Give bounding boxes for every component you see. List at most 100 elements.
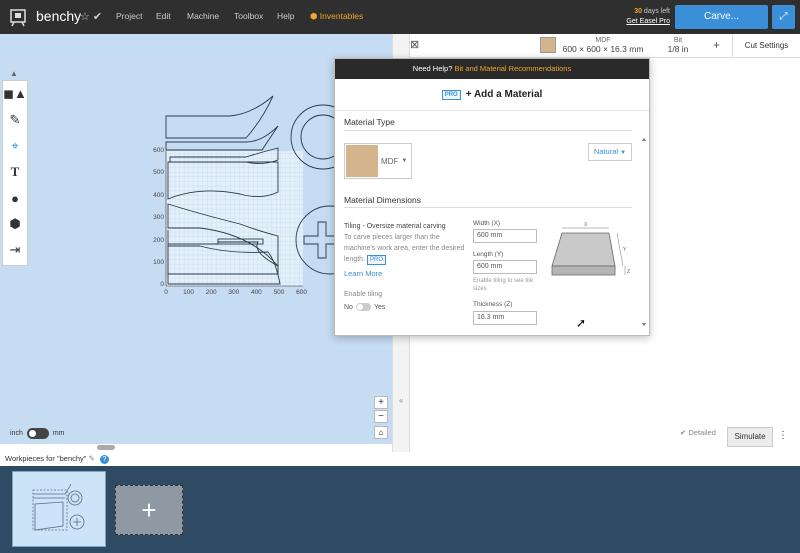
x-tick-label: 200 bbox=[205, 289, 217, 296]
trial-text: days left bbox=[641, 8, 670, 15]
tiling-no-label: No bbox=[344, 303, 353, 311]
unit-inch-label: inch bbox=[10, 430, 23, 437]
finish-select[interactable]: Natural ▼ bbox=[588, 143, 632, 161]
material-type-value: MDF bbox=[381, 156, 399, 166]
zoom-controls: + − bbox=[374, 396, 388, 424]
add-material-title: + Add a Material bbox=[465, 89, 543, 100]
thickness-label: Thickness (Z) bbox=[473, 301, 513, 308]
divider bbox=[344, 207, 632, 208]
material-dimension-diagram: X Y Z bbox=[551, 222, 630, 276]
top-bar: benchy ☆ ✔ Project Edit Machine Toolbox … bbox=[0, 0, 800, 34]
y-tick-label: 400 bbox=[153, 191, 164, 199]
inventables-link[interactable]: ⬢ Inventables bbox=[310, 11, 363, 22]
finish-value: Natural bbox=[593, 147, 619, 156]
pro-badge: PRO bbox=[441, 89, 461, 100]
simulate-button[interactable]: Simulate bbox=[727, 427, 773, 447]
chevron-left-icon[interactable]: « bbox=[399, 396, 403, 405]
cut-settings-button[interactable]: Cut Settings bbox=[732, 34, 800, 58]
get-pro-link[interactable]: Get Easel Pro bbox=[626, 18, 670, 25]
y-tick-label: 100 bbox=[153, 259, 164, 266]
more-options-icon[interactable]: ⋮ bbox=[778, 430, 788, 441]
x-tick-label: 500 bbox=[273, 289, 285, 296]
tiling-toggle-group: No Yes bbox=[344, 303, 385, 311]
y-tick-label: 600 bbox=[153, 147, 164, 154]
expand-icon[interactable]: ⤢ bbox=[772, 5, 795, 29]
diagram-x-label: X bbox=[584, 222, 588, 228]
zoom-out-button[interactable]: − bbox=[374, 410, 388, 423]
mdf-swatch bbox=[346, 145, 378, 177]
add-workpiece-button[interactable]: + bbox=[115, 485, 183, 535]
width-field[interactable]: 600 mm bbox=[473, 229, 537, 243]
point-tool-icon[interactable]: ⌖ bbox=[3, 133, 27, 159]
workpieces-header: Workpieces for "benchy" ✎ ? bbox=[0, 452, 800, 466]
help-prefix: Need Help? bbox=[412, 64, 455, 73]
menu-machine[interactable]: Machine bbox=[187, 11, 219, 21]
menu-toolbox[interactable]: Toolbox bbox=[234, 11, 263, 21]
import-tool-icon[interactable]: ⇥ bbox=[3, 237, 27, 263]
bit-summary[interactable]: Bit 1/8 in bbox=[658, 36, 698, 54]
material-summary[interactable]: MDF 600 × 600 × 16.3 mm bbox=[558, 36, 648, 54]
workpieces-title: Workpieces for "benchy" bbox=[5, 454, 87, 463]
x-tick-label: 0 bbox=[164, 289, 168, 296]
mouse-cursor-icon: ➚ bbox=[576, 316, 587, 330]
x-tick-label: 100 bbox=[183, 289, 195, 296]
cube-icon: ⬢ bbox=[310, 11, 320, 21]
easel-logo-icon bbox=[10, 9, 26, 27]
workpiece-thumbnail[interactable] bbox=[12, 471, 106, 547]
length-field[interactable]: 600 mm bbox=[473, 260, 537, 274]
unit-mm-label: mm bbox=[52, 430, 65, 437]
recommendations-link[interactable]: Bit and Material Recommendations bbox=[454, 64, 571, 73]
apps-tool-icon[interactable]: ⬢ bbox=[3, 211, 27, 237]
chevron-down-icon: ▼ bbox=[620, 150, 627, 156]
edit-icon[interactable]: ✎ bbox=[89, 454, 95, 463]
unit-toggle[interactable]: inch mm bbox=[10, 428, 65, 439]
dialog-title: PRO + Add a Material bbox=[335, 79, 649, 111]
material-bar: ⊠ MDF 600 × 600 × 16.3 mm Bit 1/8 in + C… bbox=[410, 34, 800, 58]
tiling-toggle[interactable] bbox=[355, 303, 371, 311]
preview-toggle-icon[interactable]: ⊠ bbox=[410, 38, 419, 51]
material-type-select[interactable]: MDF ▼ bbox=[344, 143, 412, 179]
icons-tool-icon[interactable]: ● bbox=[3, 185, 27, 211]
home-icon[interactable]: ⌂ bbox=[374, 426, 388, 439]
add-bit-icon[interactable]: + bbox=[713, 38, 720, 52]
shapes-tool-icon[interactable]: ◼▲ bbox=[3, 81, 27, 107]
help-banner: Need Help? Bit and Material Recommendati… bbox=[335, 59, 649, 79]
y-tick-label: 200 bbox=[153, 236, 164, 244]
horizontal-scrollbar[interactable] bbox=[97, 445, 115, 450]
text-tool-icon[interactable]: T bbox=[3, 159, 27, 185]
thickness-field[interactable]: 16.3 mm bbox=[473, 311, 537, 325]
carve-button[interactable]: Carve... bbox=[675, 5, 768, 29]
tiling-info: Tiling - Oversize material carving To ca… bbox=[344, 221, 466, 279]
help-icon[interactable]: ? bbox=[99, 455, 109, 464]
unit-switch[interactable] bbox=[26, 428, 49, 439]
y-tick-label: 0 bbox=[160, 281, 164, 289]
favorite-saved-icons[interactable]: ☆ ✔ bbox=[80, 10, 102, 23]
material-dimensions: 600 × 600 × 16.3 mm bbox=[562, 44, 644, 54]
tiling-pro-badge: PRO bbox=[366, 255, 386, 265]
trial-notice: 30 days left Get Easel Pro bbox=[620, 7, 670, 27]
x-tick-label: 600 bbox=[296, 289, 308, 296]
menu-help[interactable]: Help bbox=[277, 11, 294, 21]
workpiece-preview bbox=[32, 483, 85, 531]
material-type-label: Material Type bbox=[344, 117, 395, 127]
toolbox: ◼▲ ✎ ⌖ T ● ⬢ ⇥ bbox=[2, 80, 28, 266]
menu-project[interactable]: Project bbox=[116, 11, 142, 21]
learn-more-link[interactable]: Learn More bbox=[344, 268, 466, 279]
tiling-yes-label: Yes bbox=[373, 303, 386, 311]
x-tick-label: 400 bbox=[250, 289, 262, 296]
zoom-in-button[interactable]: + bbox=[374, 396, 388, 409]
add-material-dialog: Need Help? Bit and Material Recommendati… bbox=[334, 58, 650, 336]
detailed-option[interactable]: ✔ Detailed bbox=[680, 428, 716, 437]
project-title[interactable]: benchy bbox=[36, 8, 81, 24]
pen-tool-icon[interactable]: ✎ bbox=[3, 107, 27, 133]
length-label: Length (Y) bbox=[473, 251, 504, 258]
diagram-z-label: Z bbox=[627, 269, 630, 275]
material-swatch[interactable] bbox=[540, 37, 556, 53]
width-label: Width (X) bbox=[473, 220, 501, 227]
menu-edit[interactable]: Edit bbox=[156, 11, 171, 21]
x-tick-label: 300 bbox=[228, 289, 240, 296]
collapse-toolbox-icon[interactable]: ▲ bbox=[10, 69, 18, 78]
tiling-description: To carve pieces larger than the machine'… bbox=[344, 234, 465, 263]
dialog-scrollbar[interactable] bbox=[641, 137, 647, 327]
trial-days: 30 bbox=[634, 8, 642, 15]
